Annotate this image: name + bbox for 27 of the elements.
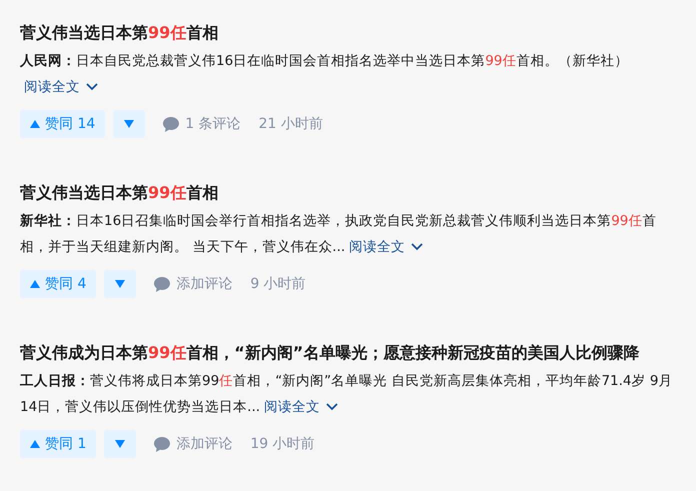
chevron-down-icon (326, 403, 338, 411)
article-excerpt: 工人日报：菅义伟将成日本第99任首相，“新内阁”名单曝光 自民党新高层集体亮相，平均年龄71.4岁 9月14日，菅义伟以压倒性优势当选日本... 阅读全文 (20, 372, 674, 417)
chevron-down-icon (86, 83, 98, 91)
downvote-button[interactable] (104, 270, 136, 298)
comment-icon (154, 276, 170, 292)
article-excerpt: 人民网：日本自民党总裁菅义伟16日在临时国会首相指名选举中当选日本第99任首相。（新华社） 阅读全文 (20, 52, 630, 97)
article-title[interactable]: 菅义伟成为日本第99任首相，“新内阁”名单曝光；愿意接种新冠疫苗的美国人比例骤降 (20, 340, 676, 366)
read-more-link[interactable]: 阅读全文 (264, 399, 338, 415)
downvote-button[interactable] (113, 110, 146, 138)
article-title[interactable]: 菅义伟当选日本第99任首相 (20, 20, 676, 46)
upvote-icon (30, 280, 40, 288)
downvote-icon (124, 120, 134, 128)
post-time: 21 小时前 (258, 115, 323, 133)
upvote-icon (30, 120, 40, 128)
article-excerpt: 新华社：日本16日召集临时国会举行首相指名选举，执政党自民党新总裁菅义伟顺利当选日本第99任首相，并于当天组建新内阁。 当天下午，菅义伟在众... 阅读全文 (20, 212, 658, 257)
post-time: 9 小时前 (250, 275, 306, 293)
downvote-icon (115, 280, 126, 288)
article-title[interactable]: 菅义伟当选日本第99任首相 (20, 180, 676, 206)
comment-icon (154, 436, 170, 452)
read-more-link[interactable]: 阅读全文 (349, 239, 424, 255)
upvote-icon (30, 440, 40, 448)
read-more-link[interactable]: 阅读全文 (24, 79, 98, 95)
post-time: 19 小时前 (250, 435, 315, 453)
comment-icon (163, 116, 180, 132)
chevron-down-icon (411, 243, 424, 251)
downvote-button[interactable] (104, 430, 136, 458)
downvote-icon (115, 440, 126, 448)
